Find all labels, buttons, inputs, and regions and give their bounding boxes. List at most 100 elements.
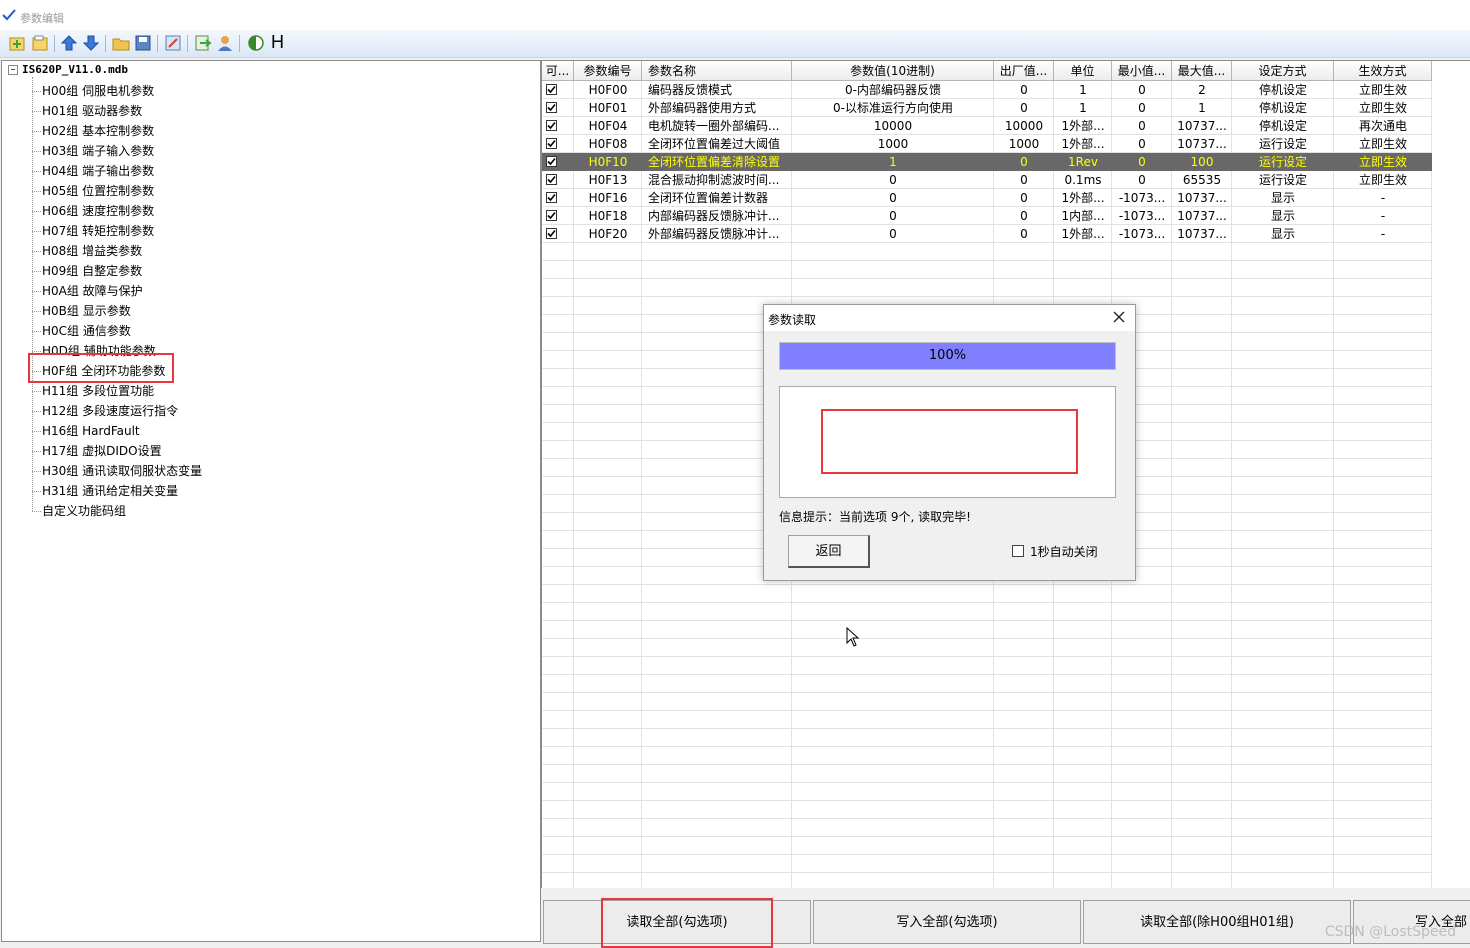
header-effect-mode[interactable]: 生效方式 xyxy=(1334,61,1432,81)
new-icon[interactable] xyxy=(8,34,26,52)
table-row[interactable]: H0F16 全闭环位置偏差计数器 0 0 1外部... -1073... 10737... 显… xyxy=(542,189,1432,207)
cell-set: 显示 xyxy=(1270,191,1295,205)
checkbox-icon[interactable] xyxy=(546,174,557,185)
cell-name: 全闭环位置偏差过大阈值 xyxy=(648,137,781,151)
checkbox-icon[interactable] xyxy=(546,228,557,239)
checkbox-box[interactable] xyxy=(1012,545,1024,557)
tree-item[interactable]: H16组 HardFault xyxy=(32,421,140,441)
user-icon[interactable] xyxy=(216,34,234,52)
auto-close-checkbox[interactable]: 1秒自动关闭 xyxy=(1012,543,1098,560)
progress-text: 100% xyxy=(928,348,967,363)
header-max[interactable]: 最大值... xyxy=(1172,61,1232,81)
edit-icon[interactable] xyxy=(164,34,182,52)
table-row[interactable]: H0F20 外部编码器反馈脉冲计... 0 0 1外部... -1073... 10737.… xyxy=(542,225,1432,243)
table-row[interactable]: H0F08 全闭环位置偏差过大阈值 1000 1000 1外部... 0 10737... 运… xyxy=(542,135,1432,153)
tree-root-label: IS620P_V11.0.mdb xyxy=(22,63,128,76)
table-row[interactable]: H0F18 内部编码器反馈脉冲计... 0 0 1内部... -1073... 10737.… xyxy=(542,207,1432,225)
cell-code: H0F00 xyxy=(588,83,628,97)
tree-item[interactable]: H04组 端子输出参数 xyxy=(31,161,154,181)
grid-row-line xyxy=(542,296,1432,297)
tree-item[interactable]: H30组 通讯读取伺服状态变量 xyxy=(31,461,202,481)
tree-item[interactable]: H02组 基本控制参数 xyxy=(31,121,154,141)
tree-item[interactable]: H0A组 故障与保护 xyxy=(32,281,143,301)
cell-code: H0F04 xyxy=(588,119,628,133)
row-checkbox[interactable] xyxy=(542,117,574,135)
row-checkbox[interactable] xyxy=(542,81,574,99)
tree-highlight-box xyxy=(28,353,174,383)
row-checkbox[interactable] xyxy=(542,153,574,171)
tree-item[interactable]: H03组 端子输入参数 xyxy=(31,141,154,161)
cell-set: 运行设定 xyxy=(1258,155,1307,169)
row-checkbox[interactable] xyxy=(542,225,574,243)
cell-effect: 立即生效 xyxy=(1358,101,1407,115)
tree-item[interactable]: H09组 自整定参数 xyxy=(31,261,142,281)
close-icon[interactable] xyxy=(1111,309,1127,325)
table-row[interactable]: H0F01 外部编码器使用方式 0-以标准运行方向使用 0 1 0 1 停机设定 立即生效 xyxy=(542,99,1432,117)
cell-min: 0 xyxy=(1138,137,1146,151)
header-name[interactable]: 参数名称 xyxy=(642,61,792,81)
h-label[interactable]: H xyxy=(271,32,284,53)
write-all-checked-button[interactable]: 写入全部(勾选项) xyxy=(813,900,1081,944)
row-checkbox[interactable] xyxy=(542,99,574,117)
grid-row-line xyxy=(542,692,1432,693)
checkbox-icon[interactable] xyxy=(546,210,557,221)
tree-item[interactable]: H12组 多段速度运行指令 xyxy=(31,401,178,421)
header-unit[interactable]: 单位 xyxy=(1054,61,1112,81)
tree-item[interactable]: 自定义功能码组 xyxy=(31,501,126,521)
table-row[interactable]: H0F04 电机旋转一圈外部编码... 10000 10000 1外部... 0 10737… xyxy=(542,117,1432,135)
tree-item[interactable]: H00组 伺服电机参数 xyxy=(31,81,154,101)
cell-default: 10000 xyxy=(1004,119,1044,133)
tree-item[interactable]: H31组 通讯给定相关变量 xyxy=(31,481,178,501)
header-enable[interactable]: 可... xyxy=(542,61,574,81)
table-row[interactable]: H0F13 混合振动抑制滤波时间... 0 0 0.1ms 0 65535 运行设定 立即生效 xyxy=(542,171,1432,189)
row-checkbox[interactable] xyxy=(542,189,574,207)
checkbox-icon[interactable] xyxy=(546,120,557,131)
cell-name: 电机旋转一圈外部编码... xyxy=(648,119,780,133)
read-all-except-button[interactable]: 读取全部(除H00组H01组) xyxy=(1083,900,1351,944)
tree-item[interactable]: H06组 速度控制参数 xyxy=(31,201,154,221)
tree-item[interactable]: H17组 虚拟DIDO设置 xyxy=(32,441,162,461)
read-button-highlight-box xyxy=(601,898,773,948)
cell-value: 0 xyxy=(889,227,897,241)
arrow-up-icon[interactable] xyxy=(60,34,78,52)
header-code[interactable]: 参数编号 xyxy=(574,61,642,81)
header-min[interactable]: 最小值... xyxy=(1112,61,1172,81)
checkbox-icon[interactable] xyxy=(546,156,557,167)
arrow-down-icon[interactable] xyxy=(82,34,100,52)
tree-item[interactable]: H11组 多段位置功能 xyxy=(31,381,154,401)
folder-icon[interactable] xyxy=(112,34,130,52)
tree-item[interactable]: H07组 转矩控制参数 xyxy=(31,221,154,241)
open-folder-icon[interactable] xyxy=(31,34,49,52)
cell-max: 100 xyxy=(1190,155,1214,169)
header-value[interactable]: 参数值(10进制) xyxy=(792,61,994,81)
collapse-icon[interactable]: − xyxy=(8,65,18,75)
tree-item[interactable]: H0C组 通信参数 xyxy=(32,321,131,341)
row-checkbox[interactable] xyxy=(542,207,574,225)
checkbox-icon[interactable] xyxy=(546,138,557,149)
header-default[interactable]: 出厂值... xyxy=(994,61,1054,81)
cell-max: 2 xyxy=(1198,83,1206,97)
cell-default: 0 xyxy=(1020,209,1028,223)
tree-root[interactable]: − IS620P_V11.0.mdb xyxy=(8,63,128,76)
header-set-mode[interactable]: 设定方式 xyxy=(1232,61,1334,81)
tree-item[interactable]: H08组 增益类参数 xyxy=(31,241,142,261)
row-checkbox[interactable] xyxy=(542,171,574,189)
cell-effect: 立即生效 xyxy=(1358,155,1407,169)
mouse-cursor-icon xyxy=(846,627,860,647)
tree-item[interactable]: H01组 驱动器参数 xyxy=(31,101,142,121)
back-button[interactable]: 返回 xyxy=(788,535,870,568)
checkbox-icon[interactable] xyxy=(546,102,557,113)
save-icon[interactable] xyxy=(134,34,152,52)
table-row[interactable]: H0F00 编码器反馈模式 0-内部编码器反馈 0 1 0 2 停机设定 立即生效 xyxy=(542,81,1432,99)
export-icon[interactable] xyxy=(194,34,212,52)
checkbox-icon[interactable] xyxy=(546,84,557,95)
row-checkbox[interactable] xyxy=(542,135,574,153)
dialog-title-bar: 参数读取 xyxy=(764,305,1135,331)
cell-value: 0-以标准运行方向使用 xyxy=(833,101,953,115)
tree-item[interactable]: H05组 位置控制参数 xyxy=(31,181,154,201)
cell-set: 显示 xyxy=(1270,209,1295,223)
contrast-icon[interactable] xyxy=(247,34,265,52)
tree-item[interactable]: H0B组 显示参数 xyxy=(32,301,131,321)
checkbox-icon[interactable] xyxy=(546,192,557,203)
table-row[interactable]: H0F10 全闭环位置偏差清除设置 1 0 1Rev 0 100 运行设定 立即生效 xyxy=(542,153,1432,171)
